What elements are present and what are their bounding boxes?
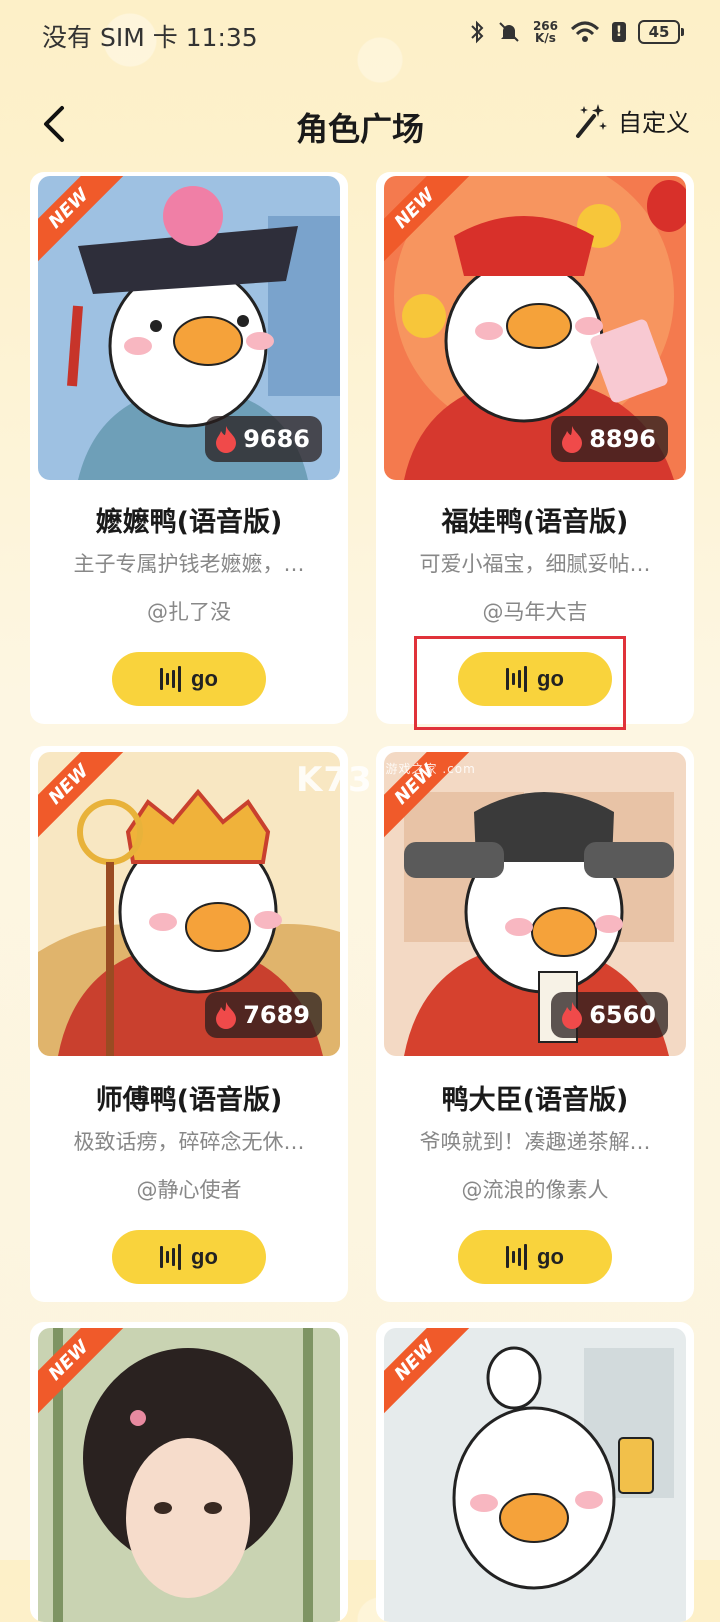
character-image: NEW 9686 xyxy=(38,176,340,480)
character-description: 极致话痨，碎碎念无休… xyxy=(73,1130,305,1154)
character-name: 福娃鸭(语音版) xyxy=(441,507,629,538)
character-name: 嬷嬷鸭(语音版) xyxy=(95,507,283,538)
character-image: NEW 8896 xyxy=(384,176,686,480)
header: 角色广场 自定义 xyxy=(0,80,720,170)
character-card[interactable]: NEW 6560 鸭大臣(语音版) 爷唤就到！凑趣递茶解… @流浪的像素人 go xyxy=(376,746,694,1302)
sound-wave-icon xyxy=(160,1244,182,1270)
character-image: NEW 7689 xyxy=(38,752,340,1056)
bluetooth-icon xyxy=(471,20,484,44)
custom-button[interactable]: 自定义 xyxy=(572,100,690,140)
girl-illustration xyxy=(38,1328,340,1622)
character-card[interactable]: NEW xyxy=(376,1322,694,1622)
flame-icon xyxy=(562,1002,583,1029)
highlight-box xyxy=(414,636,626,730)
character-card[interactable]: NEW xyxy=(30,1322,348,1622)
battery-indicator: 45 xyxy=(638,20,684,44)
status-bar: 没有 SIM 卡 11:35 266 K/s ! 45 xyxy=(0,0,720,72)
popularity-badge: 6560 xyxy=(551,992,668,1038)
popularity-badge: 7689 xyxy=(205,992,322,1038)
go-label: go xyxy=(191,1244,218,1269)
popularity-badge: 9686 xyxy=(205,416,322,462)
go-button[interactable]: go xyxy=(112,1230,266,1284)
character-name: 师傅鸭(语音版) xyxy=(95,1085,283,1116)
sound-wave-icon xyxy=(160,666,182,692)
flame-icon xyxy=(216,1002,237,1029)
watermark: K73 游戏之家 .com xyxy=(296,760,476,800)
custom-label: 自定义 xyxy=(618,108,690,137)
character-name: 鸭大臣(语音版) xyxy=(441,1085,629,1116)
carrier-time: 没有 SIM 卡 11:35 xyxy=(42,23,258,52)
flame-icon xyxy=(562,426,583,453)
character-description: 主子专属护钱老嬷嬷，… xyxy=(73,552,305,576)
character-author: @马年大吉 xyxy=(482,600,588,624)
wifi-icon xyxy=(570,21,600,42)
net-speed: 266 K/s xyxy=(532,19,558,45)
popularity-count: 6560 xyxy=(589,1001,656,1029)
status-icons: 266 K/s ! 45 xyxy=(469,19,684,45)
popularity-count: 9686 xyxy=(243,425,310,453)
character-description: 可爱小福宝，细腻妥帖… xyxy=(419,552,651,576)
character-author: @流浪的像素人 xyxy=(461,1178,609,1202)
flame-icon xyxy=(216,426,237,453)
character-card[interactable]: NEW 7689 师傅鸭(语音版) 极致话痨，碎碎念无休… @静心使者 go xyxy=(30,746,348,1302)
popularity-count: 7689 xyxy=(243,1001,310,1029)
character-image: NEW xyxy=(38,1328,340,1622)
character-author: @扎了没 xyxy=(147,600,231,624)
go-label: go xyxy=(191,666,218,691)
go-label: go xyxy=(537,1244,564,1269)
alert-icon: ! xyxy=(612,22,626,42)
magic-wand-icon xyxy=(576,104,607,138)
character-author: @静心使者 xyxy=(136,1178,242,1202)
popularity-badge: 8896 xyxy=(551,416,668,462)
character-description: 爷唤就到！凑趣递茶解… xyxy=(419,1130,651,1154)
go-button[interactable]: go xyxy=(458,1230,612,1284)
character-image: NEW xyxy=(384,1328,686,1622)
popularity-count: 8896 xyxy=(589,425,656,453)
duck-illustration xyxy=(384,1328,686,1622)
mute-bell-icon xyxy=(499,22,519,42)
character-card[interactable]: NEW 9686 嬷嬷鸭(语音版) 主子专属护钱老嬷嬷，… @扎了没 go xyxy=(30,172,348,724)
sound-wave-icon xyxy=(506,1244,528,1270)
go-button[interactable]: go xyxy=(112,652,266,706)
